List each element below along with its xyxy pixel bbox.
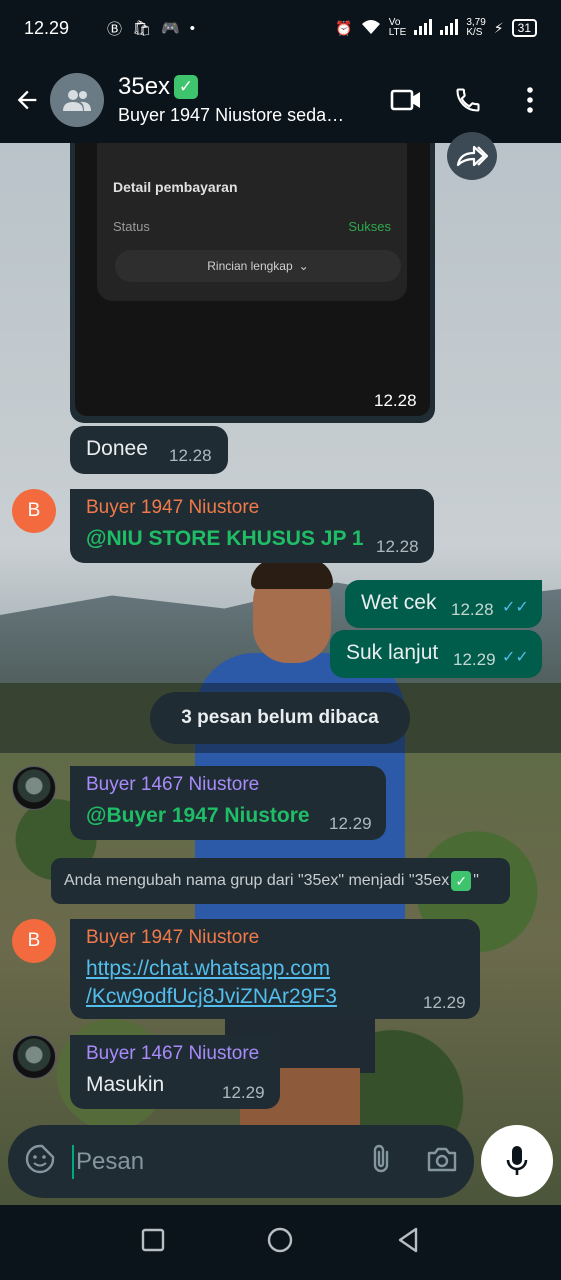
message-time: 12.28: [376, 537, 419, 556]
more-options-icon[interactable]: [499, 69, 561, 131]
alarm-icon: ⏰: [335, 19, 353, 36]
dot-icon: •: [189, 19, 196, 37]
check-mark-icon: ✓: [451, 871, 472, 891]
check-mark-icon: ✓: [174, 75, 199, 99]
group-avatar[interactable]: [50, 72, 104, 127]
message-sender[interactable]: Buyer 1467 Niustore: [86, 1043, 259, 1065]
group-icon: [63, 89, 91, 111]
message-text: Donee: [86, 437, 148, 460]
wifi-icon: [361, 19, 381, 38]
sender-avatar[interactable]: [12, 1035, 56, 1079]
message-bubble[interactable]: Buyer 1467 Niustore @Buyer 1947 Niustore…: [70, 766, 386, 840]
chat-title: 35ex ✓: [118, 73, 375, 101]
sticker-icon[interactable]: [24, 1143, 56, 1180]
system-icons: ⏰ Vo LTE 3,79 K/S ⚡ 31: [335, 18, 537, 38]
read-ticks-icon: ✓✓: [502, 599, 529, 616]
unread-messages-banner: 3 pesan belum dibaca: [150, 692, 410, 744]
receipt-status-label: Status: [113, 219, 150, 234]
chat-title-block[interactable]: 35ex ✓ Buyer 1947 Niustore seda…: [118, 73, 375, 126]
message-bubble[interactable]: Donee 12.28: [70, 426, 228, 474]
message-mention[interactable]: @Buyer 1947 Niustore: [86, 804, 310, 828]
text-cursor: [72, 1144, 74, 1179]
notification-icons: Ⓑ 🛍 🎮 •: [107, 18, 195, 39]
message-time: 12.28: [374, 391, 417, 410]
volte-icon: Vo LTE: [388, 17, 407, 38]
receipt-details-button: Rincian lengkap ⌄: [115, 250, 401, 282]
charging-icon: ⚡: [493, 19, 504, 36]
video-call-icon[interactable]: [375, 69, 437, 131]
camera-icon[interactable]: [426, 1145, 458, 1178]
status-bar: 12.29 Ⓑ 🛍 🎮 • ⏰ Vo LTE 3,79 K/S ⚡ 31: [0, 0, 561, 56]
chat-header: 35ex ✓ Buyer 1947 Niustore seda…: [0, 56, 561, 143]
message-bubble[interactable]: Buyer 1467 Niustore Masukin 12.29: [70, 1035, 280, 1109]
message-link-continued[interactable]: /Kcw9odfUcj8JviZNAr29F3: [86, 985, 337, 1009]
message-time: 12.29: [453, 650, 496, 669]
network-speed: 3,79 K/S: [466, 17, 486, 38]
microphone-button[interactable]: [481, 1125, 553, 1197]
message-time: 12.29: [423, 993, 466, 1012]
forward-icon[interactable]: [447, 132, 497, 180]
message-mention[interactable]: @NIU STORE KHUSUS JP 1: [86, 527, 364, 551]
home-icon[interactable]: [266, 1226, 294, 1259]
read-ticks-icon: ✓✓: [502, 649, 529, 666]
signal-icon-2: [440, 18, 459, 38]
image-message[interactable]: Detail pembayaran Status Sukses Rincian …: [70, 143, 435, 423]
voice-call-icon[interactable]: [437, 69, 499, 131]
back-arrow-icon[interactable]: [4, 77, 50, 123]
chevron-down-icon: ⌄: [298, 259, 309, 273]
message-text: Suk lanjut: [346, 641, 439, 664]
message-text: Wet cek: [361, 591, 437, 614]
game-icon: 🎮: [161, 20, 180, 37]
message-time: 12.29: [329, 814, 372, 833]
sender-avatar[interactable]: [12, 766, 56, 810]
sender-avatar[interactable]: B: [12, 489, 56, 533]
battery-icon: 31: [511, 19, 537, 37]
sender-avatar[interactable]: B: [12, 919, 56, 963]
message-time: 12.28: [169, 446, 212, 465]
payment-receipt: Detail pembayaran Status Sukses Rincian …: [97, 143, 407, 301]
shopee-icon: 🛍: [132, 20, 152, 37]
recent-apps-icon[interactable]: [141, 1228, 165, 1257]
system-navigation-bar: [0, 1205, 561, 1280]
receipt-status-value: Sukses: [348, 219, 391, 234]
message-time: 12.29: [222, 1083, 265, 1102]
system-message: Anda mengubah nama grup dari "35ex" menj…: [51, 858, 510, 904]
receipt-image: Detail pembayaran Status Sukses Rincian …: [75, 143, 430, 416]
attachment-icon[interactable]: [370, 1143, 392, 1180]
message-bubble[interactable]: Buyer 1947 Niustore @NIU STORE KHUSUS JP…: [70, 489, 434, 563]
message-bubble[interactable]: Wet cek 12.28 ✓✓: [345, 580, 542, 628]
microphone-icon: [506, 1146, 528, 1175]
message-text: Masukin: [86, 1073, 165, 1096]
status-time: 12.29: [24, 17, 70, 38]
back-icon[interactable]: [396, 1227, 420, 1258]
chat-subtitle: Buyer 1947 Niustore seda…: [118, 105, 345, 125]
bip-icon: Ⓑ: [107, 20, 123, 38]
message-bubble[interactable]: Buyer 1947 Niustore https://chat.whatsap…: [70, 919, 480, 1019]
message-time: 12.28: [451, 600, 494, 619]
message-bubble[interactable]: Suk lanjut 12.29 ✓✓: [330, 630, 542, 678]
message-sender[interactable]: Buyer 1947 Niustore: [86, 497, 259, 519]
signal-icon: [414, 18, 433, 38]
message-sender[interactable]: Buyer 1467 Niustore: [86, 774, 259, 796]
receipt-heading: Detail pembayaran: [113, 179, 238, 195]
message-input[interactable]: Pesan: [76, 1148, 370, 1176]
message-link[interactable]: https://chat.whatsapp.com: [86, 957, 330, 981]
message-composer: Pesan: [8, 1125, 474, 1198]
message-sender[interactable]: Buyer 1947 Niustore: [86, 927, 259, 949]
